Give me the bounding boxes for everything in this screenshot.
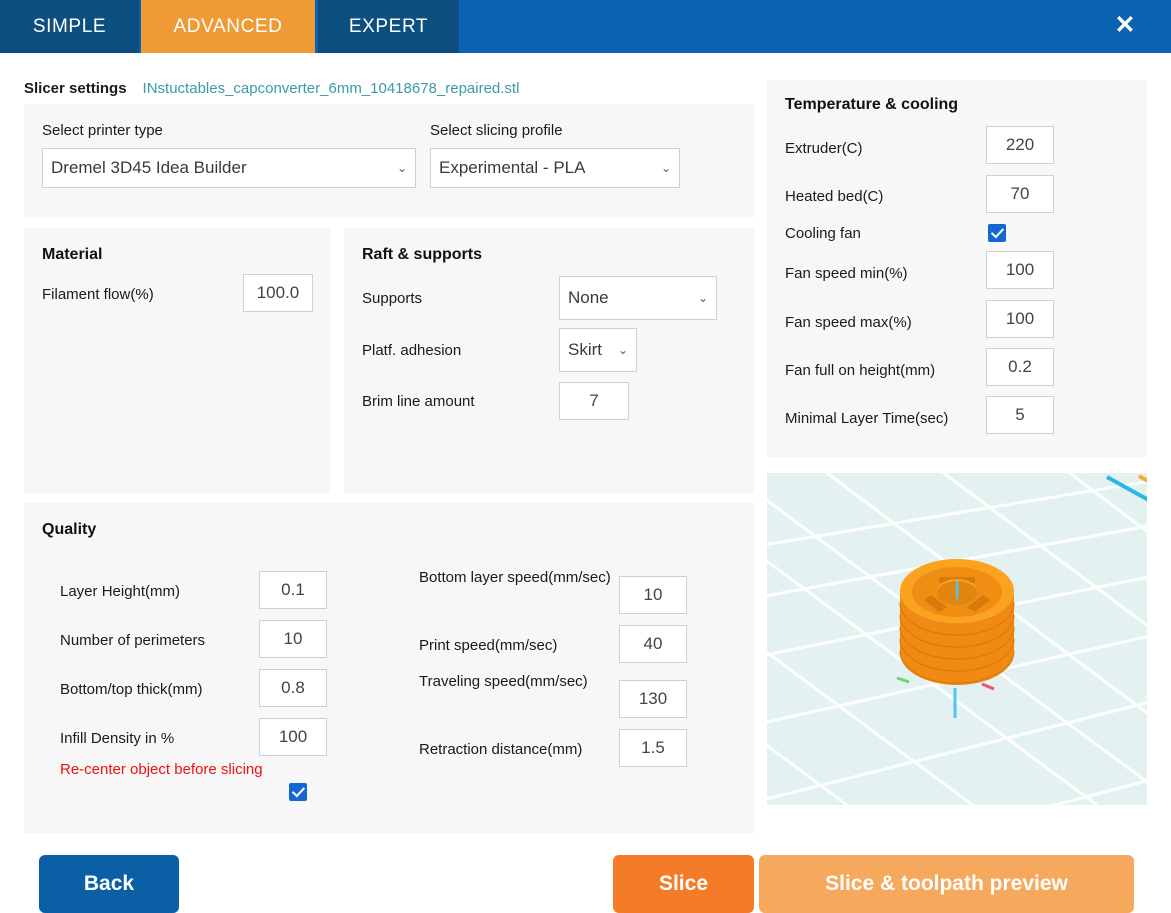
back-button[interactable]: Back — [39, 855, 179, 913]
chevron-down-icon: ⌄ — [697, 291, 708, 305]
model-geometry — [899, 559, 1015, 685]
printer-profile-panel: Select printer type Dremel 3D45 Idea Bui… — [24, 104, 754, 218]
bottom-layer-speed-label: Bottom layer speed(mm/sec) — [419, 569, 611, 586]
raft-supports-panel-title: Raft & supports — [362, 246, 482, 263]
tab-advanced[interactable]: ADVANCED — [141, 0, 315, 53]
tab-bar: SIMPLE ADVANCED EXPERT ✕ — [0, 0, 1171, 53]
page-title: Slicer settings — [24, 80, 127, 97]
minimal-layer-time-input[interactable]: 5 — [986, 396, 1054, 434]
perimeters-label: Number of perimeters — [60, 632, 206, 649]
fan-speed-min-label: Fan speed min(%) — [785, 265, 908, 282]
tab-bar-filler — [459, 0, 1171, 53]
chevron-down-icon: ⌄ — [660, 161, 671, 175]
fan-speed-max-label: Fan speed max(%) — [785, 314, 912, 331]
preview-canvas — [767, 473, 1147, 805]
bottom-top-thick-input[interactable]: 0.8 — [259, 669, 327, 707]
infill-density-input[interactable]: 100 — [259, 718, 327, 756]
printer-type-value: Dremel 3D45 Idea Builder — [51, 158, 247, 177]
temperature-cooling-panel-title: Temperature & cooling — [785, 96, 959, 113]
recenter-object-label: Re-center object before slicing — [60, 761, 263, 778]
cooling-fan-label: Cooling fan — [785, 225, 861, 242]
fan-speed-max-input[interactable]: 100 — [986, 300, 1054, 338]
material-panel-title: Material — [42, 246, 103, 263]
platform-adhesion-label: Platf. adhesion — [362, 342, 462, 359]
raft-supports-panel: Raft & supports Supports None ⌄ Platf. a… — [344, 228, 754, 493]
slicing-profile-label: Select slicing profile — [430, 122, 563, 139]
slice-toolpath-preview-button[interactable]: Slice & toolpath preview — [759, 855, 1134, 913]
close-icon[interactable]: ✕ — [1105, 5, 1145, 45]
supports-select[interactable]: None ⌄ — [559, 276, 717, 320]
extruder-temp-label: Extruder(C) — [785, 140, 863, 157]
fan-speed-min-input[interactable]: 100 — [986, 251, 1054, 289]
perimeters-input[interactable]: 10 — [259, 620, 327, 658]
bottom-top-thick-label: Bottom/top thick(mm) — [60, 681, 203, 698]
material-panel: Material Filament flow(%) 100.0 — [24, 228, 330, 493]
retraction-distance-input[interactable]: 1.5 — [619, 729, 687, 767]
heated-bed-input[interactable]: 70 — [986, 175, 1054, 213]
printer-type-select[interactable]: Dremel 3D45 Idea Builder ⌄ — [42, 148, 416, 188]
layer-height-input[interactable]: 0.1 — [259, 571, 327, 609]
extruder-temp-input[interactable]: 220 — [986, 126, 1054, 164]
fan-full-on-height-label: Fan full on height(mm) — [785, 362, 936, 379]
platform-adhesion-value: Skirt — [568, 340, 602, 359]
tab-expert[interactable]: EXPERT — [318, 0, 459, 53]
printer-type-label: Select printer type — [42, 122, 163, 139]
print-speed-input[interactable]: 40 — [619, 625, 687, 663]
retraction-distance-label: Retraction distance(mm) — [419, 741, 583, 758]
platform-adhesion-select[interactable]: Skirt ⌄ — [559, 328, 637, 372]
brim-line-amount-input[interactable]: 7 — [559, 382, 629, 420]
slice-button[interactable]: Slice — [613, 855, 754, 913]
print-speed-label: Print speed(mm/sec) — [419, 637, 558, 654]
minimal-layer-time-label: Minimal Layer Time(sec) — [785, 410, 949, 427]
supports-value: None — [568, 288, 609, 307]
slicing-profile-value: Experimental - PLA — [439, 158, 586, 177]
slicing-profile-select[interactable]: Experimental - PLA ⌄ — [430, 148, 680, 188]
chevron-down-icon: ⌄ — [617, 343, 628, 357]
quality-panel-title: Quality — [42, 521, 97, 538]
tab-simple[interactable]: SIMPLE — [0, 0, 139, 53]
filament-flow-input[interactable]: 100.0 — [243, 274, 313, 312]
traveling-speed-input[interactable]: 130 — [619, 680, 687, 718]
cooling-fan-checkbox[interactable] — [988, 224, 1006, 242]
infill-density-label: Infill Density in % — [60, 730, 175, 747]
heated-bed-label: Heated bed(C) — [785, 188, 884, 205]
chevron-down-icon: ⌄ — [396, 161, 407, 175]
layer-height-label: Layer Height(mm) — [60, 583, 181, 600]
stl-filename: INstuctables_capconverter_6mm_10418678_r… — [142, 80, 520, 97]
traveling-speed-label: Traveling speed(mm/sec) — [419, 673, 588, 690]
3d-model-preview[interactable] — [767, 473, 1147, 805]
quality-panel: Quality Layer Height(mm) 0.1 Number of p… — [24, 503, 754, 833]
temperature-cooling-panel: Temperature & cooling Extruder(C) 220 He… — [767, 80, 1147, 457]
supports-label: Supports — [362, 290, 423, 307]
fan-full-on-height-input[interactable]: 0.2 — [986, 348, 1054, 386]
slicer-settings-header: Slicer settings INstuctables_capconverte… — [24, 80, 519, 97]
filament-flow-label: Filament flow(%) — [42, 286, 154, 303]
bottom-layer-speed-input[interactable]: 10 — [619, 576, 687, 614]
recenter-object-checkbox[interactable] — [289, 783, 307, 801]
brim-line-amount-label: Brim line amount — [362, 393, 475, 410]
